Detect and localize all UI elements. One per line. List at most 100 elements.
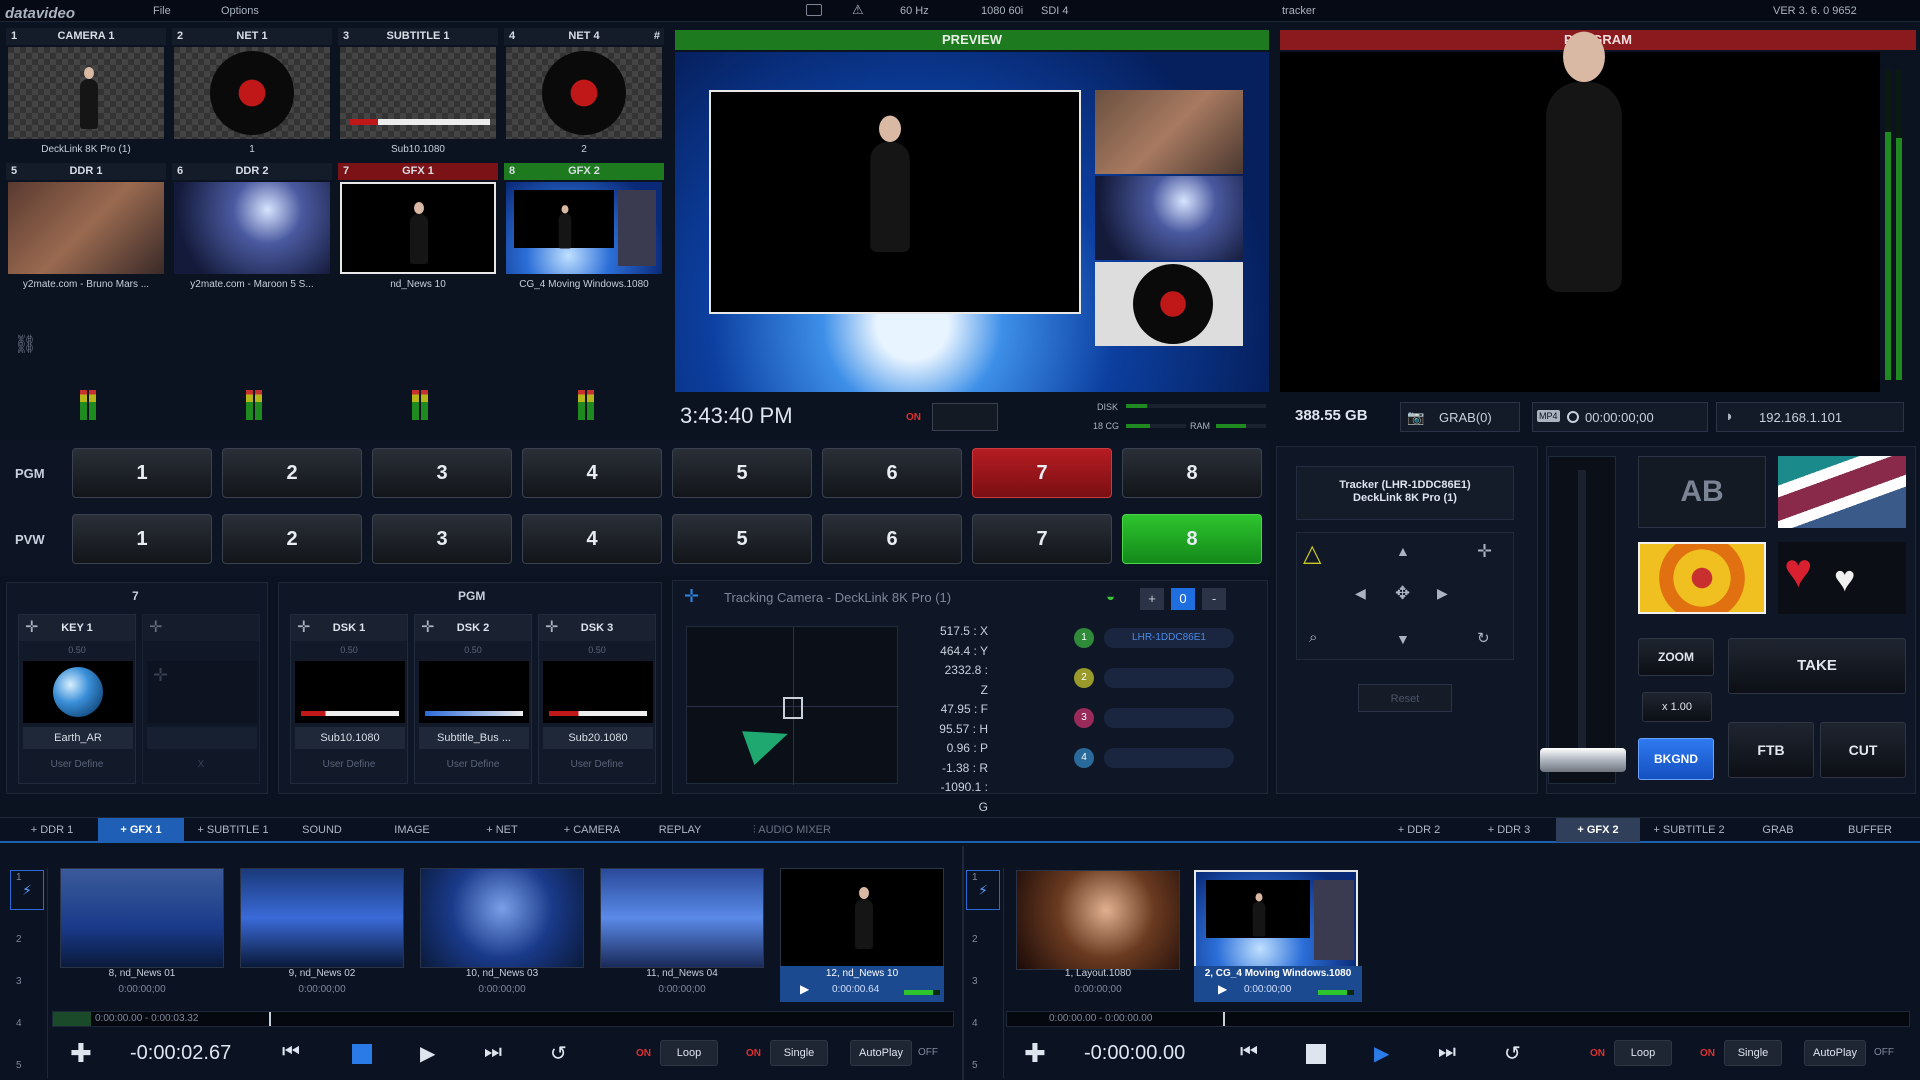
- left-playhead[interactable]: [269, 1012, 271, 1026]
- add-icon[interactable]: ✛: [421, 615, 434, 641]
- pvw-button-1[interactable]: 1: [72, 514, 212, 564]
- right-autoplay-button[interactable]: AutoPlay: [1804, 1040, 1866, 1066]
- pgm-button-7[interactable]: 7: [972, 448, 1112, 498]
- pgm-button-3[interactable]: 3: [372, 448, 512, 498]
- transition-circle[interactable]: [1638, 542, 1766, 614]
- tracker-icon[interactable]: ◒: [1106, 588, 1126, 610]
- pvw-button-5[interactable]: 5: [672, 514, 812, 564]
- tab-camera[interactable]: + CAMERA: [552, 818, 632, 842]
- tab-grab[interactable]: GRAB: [1746, 818, 1810, 842]
- arrow-right-icon[interactable]: ▶: [1437, 585, 1448, 602]
- clip-nd-news-03[interactable]: [420, 868, 584, 968]
- right-add-button[interactable]: ✚: [1024, 1038, 1046, 1069]
- left-autoplay-button[interactable]: AutoPlay: [850, 1040, 912, 1066]
- reset-button[interactable]: Reset: [1358, 684, 1452, 712]
- keyer-footer[interactable]: X: [143, 759, 259, 770]
- keyer-source-select[interactable]: Sub10.1080: [295, 727, 405, 749]
- left-stop-button[interactable]: [352, 1044, 372, 1064]
- tracker-2-label[interactable]: [1104, 668, 1234, 688]
- rotate-icon[interactable]: ↻: [1477, 629, 1490, 647]
- source-camera-1[interactable]: 1 CAMERA 1 DeckLink 8K Pro (1): [6, 28, 166, 161]
- pgm-button-2[interactable]: 2: [222, 448, 362, 498]
- left-play-button[interactable]: ▶: [420, 1041, 435, 1066]
- tracker-4-label[interactable]: [1104, 748, 1234, 768]
- left-single-on[interactable]: ON: [746, 1048, 761, 1059]
- tracker-add-button[interactable]: +: [1140, 588, 1164, 610]
- keyer-dsk-1[interactable]: ✛ DSK 1 0.50 Sub10.1080 User Define: [290, 614, 408, 784]
- keyer-source-select[interactable]: [147, 727, 257, 749]
- transition-hearts[interactable]: ♥ ♥: [1778, 542, 1906, 614]
- arrow-up-icon[interactable]: ▲: [1396, 543, 1410, 559]
- move-icon[interactable]: ✥: [1395, 583, 1410, 604]
- add-icon[interactable]: ✛: [25, 615, 38, 641]
- left-next-button[interactable]: ⏭: [484, 1041, 502, 1064]
- keyer-source-select[interactable]: Earth_AR: [23, 727, 133, 749]
- tracker-triangle-icon[interactable]: △: [1303, 539, 1321, 568]
- right-autoplay-off[interactable]: OFF: [1874, 1047, 1894, 1058]
- tab-ddr-3[interactable]: + DDR 3: [1468, 818, 1550, 842]
- program-monitor[interactable]: [1280, 31, 1880, 392]
- tab-net[interactable]: + NET: [470, 818, 534, 842]
- right-loop-on[interactable]: ON: [1590, 1048, 1605, 1059]
- arrow-down-icon[interactable]: ▼: [1396, 631, 1410, 647]
- source-gfx-2[interactable]: 8 GFX 2 CG_4 Moving Windows.1080: [504, 163, 664, 296]
- left-timeline[interactable]: 0:00:00.00 - 0:00:03.32: [52, 1011, 954, 1027]
- keyer-footer[interactable]: User Define: [291, 759, 407, 770]
- pgm-button-5[interactable]: 5: [672, 448, 812, 498]
- right-timeline[interactable]: 0:00:00.00 - 0:00:00.00: [1006, 1011, 1910, 1027]
- tab-image[interactable]: IMAGE: [380, 818, 444, 842]
- pgm-button-1[interactable]: 1: [72, 448, 212, 498]
- menu-options[interactable]: Options: [221, 5, 259, 17]
- pvw-button-6[interactable]: 6: [822, 514, 962, 564]
- add-icon[interactable]: ✛: [297, 615, 310, 641]
- clip-nd-news-01[interactable]: [60, 868, 224, 968]
- keyer-footer[interactable]: User Define: [539, 759, 655, 770]
- left-loop-button[interactable]: Loop: [660, 1040, 718, 1066]
- clip-nd-news-10[interactable]: [780, 868, 944, 968]
- clip-cg-4-moving-windows[interactable]: [1194, 870, 1358, 970]
- zoom-value[interactable]: x 1.00: [1642, 692, 1712, 722]
- record-button[interactable]: MP4 00:00:00;00: [1532, 402, 1708, 432]
- source-net-4[interactable]: 4 NET 4 # 2: [504, 28, 664, 161]
- tab-sound[interactable]: SOUND: [290, 818, 354, 842]
- keyer-key-1[interactable]: ✛ KEY 1 0.50 Earth_AR User Define: [18, 614, 136, 784]
- take-button[interactable]: TAKE: [1728, 638, 1906, 694]
- left-autoplay-off[interactable]: OFF: [918, 1047, 938, 1058]
- keyer-source-select[interactable]: Sub20.1080: [543, 727, 653, 749]
- tab-gfx-2[interactable]: + GFX 2: [1556, 818, 1640, 842]
- tab-subtitle-1[interactable]: + SUBTITLE 1: [190, 818, 276, 842]
- pvw-button-3[interactable]: 3: [372, 514, 512, 564]
- right-playhead[interactable]: [1223, 1012, 1225, 1026]
- ftb-button[interactable]: FTB: [1728, 722, 1814, 778]
- right-loop-button[interactable]: Loop: [1614, 1040, 1672, 1066]
- pvw-button-4[interactable]: 4: [522, 514, 662, 564]
- on-indicator[interactable]: ON: [906, 412, 921, 423]
- tracker-1-label[interactable]: LHR-1DDC86E1: [1104, 628, 1234, 648]
- keyer-dsk-3[interactable]: ✛ DSK 3 0.50 Sub20.1080 User Define: [538, 614, 656, 784]
- source-ddr-2[interactable]: 6 DDR 2 y2mate.com - Maroon 5 S...: [172, 163, 332, 296]
- keyer-key-2[interactable]: ✛ ✛ X: [142, 614, 260, 784]
- tab-ddr-2[interactable]: + DDR 2: [1378, 818, 1460, 842]
- keyer-footer[interactable]: User Define: [19, 759, 135, 770]
- transition-ab[interactable]: AB: [1638, 456, 1766, 528]
- source-ddr-1[interactable]: 5 DDR 1 y2mate.com - Bruno Mars ...: [6, 163, 166, 296]
- stream-button[interactable]: ◗ 192.168.1.101: [1716, 402, 1904, 432]
- pgm-button-4[interactable]: 4: [522, 448, 662, 498]
- add-icon[interactable]: ✛: [545, 615, 558, 641]
- grab-button[interactable]: 📷 GRAB(0): [1400, 402, 1520, 432]
- right-stop-button[interactable]: [1306, 1044, 1326, 1064]
- right-single-button[interactable]: Single: [1724, 1040, 1782, 1066]
- left-loop-on[interactable]: ON: [636, 1048, 651, 1059]
- arrow-left-icon[interactable]: ◀: [1355, 585, 1366, 602]
- tab-audio-mixer[interactable]: ⫶ AUDIO MIXER: [736, 818, 848, 842]
- tracking-add-icon[interactable]: ✛: [684, 586, 699, 607]
- pgm-button-6[interactable]: 6: [822, 448, 962, 498]
- right-play-button[interactable]: ▶: [1374, 1041, 1389, 1066]
- search-icon[interactable]: ⌕: [1309, 629, 1317, 646]
- pvw-button-2[interactable]: 2: [222, 514, 362, 564]
- clip-layout-1080[interactable]: [1016, 870, 1180, 970]
- add-icon[interactable]: ✛: [149, 615, 162, 641]
- tab-replay[interactable]: REPLAY: [648, 818, 712, 842]
- left-add-button[interactable]: ✚: [70, 1038, 92, 1069]
- tab-buffer[interactable]: BUFFER: [1834, 818, 1906, 842]
